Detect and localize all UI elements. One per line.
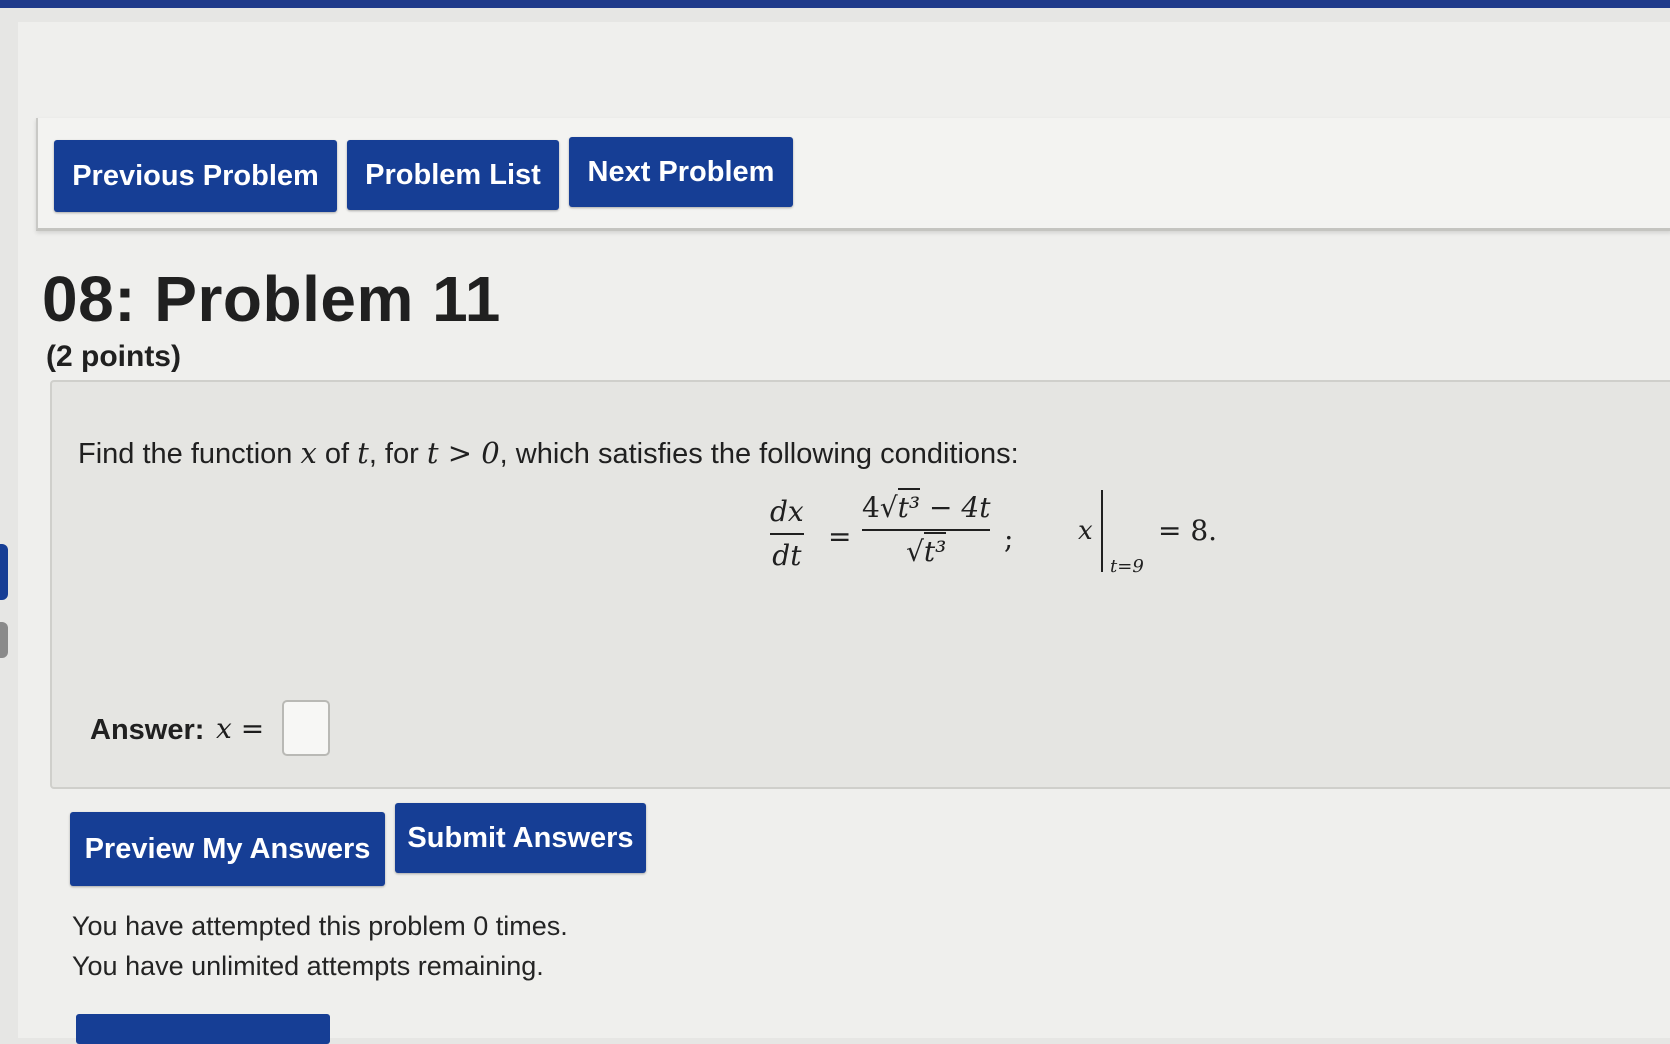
answer-input[interactable] bbox=[282, 700, 330, 756]
derivative-numerator: dx bbox=[770, 495, 804, 528]
evaluation-bar bbox=[1101, 490, 1103, 572]
initial-condition-var: x bbox=[1078, 516, 1093, 546]
previous-problem-button[interactable]: Previous Problem bbox=[54, 140, 337, 212]
side-tab-active[interactable] bbox=[0, 544, 8, 600]
statement-text: , which satisfies the following conditio… bbox=[499, 438, 1019, 470]
fraction-bar bbox=[862, 529, 991, 531]
attempts-remaining-text: You have unlimited attempts remaining. bbox=[72, 951, 544, 981]
problem-points: (2 points) bbox=[46, 340, 181, 373]
rhs-numerator: 4√t³ − 4t bbox=[862, 488, 991, 526]
submit-answers-button[interactable]: Submit Answers bbox=[395, 803, 646, 873]
top-header-strip bbox=[0, 0, 1670, 8]
problem-title: 08: Problem 11 bbox=[42, 263, 501, 335]
statement-var-t: t bbox=[357, 436, 369, 470]
statement-condition: t > 0 bbox=[426, 436, 500, 470]
problem-list-button[interactable]: Problem List bbox=[347, 140, 559, 210]
statement-text: , for bbox=[368, 438, 427, 470]
preview-answers-button[interactable]: Preview My Answers bbox=[70, 812, 385, 886]
rhs-radicand: t³ bbox=[897, 488, 921, 524]
attempts-count-text: You have attempted this problem 0 times. bbox=[72, 911, 568, 941]
derivative-denominator: dt bbox=[772, 539, 802, 572]
rhs-den-radicand: t³ bbox=[923, 532, 947, 568]
derivative-fraction: dx dt bbox=[770, 494, 804, 574]
rhs-fraction: 4√t³ − 4t √t³ bbox=[862, 488, 991, 570]
answer-label: Answer: bbox=[90, 714, 205, 746]
equals-sign: = bbox=[828, 520, 852, 553]
rhs-coefficient: 4 bbox=[862, 491, 880, 524]
next-problem-button[interactable]: Next Problem bbox=[569, 137, 793, 207]
initial-condition-value: = 8. bbox=[1158, 514, 1218, 547]
side-tab[interactable] bbox=[0, 622, 8, 658]
rhs-denominator: √t³ bbox=[906, 532, 947, 570]
initial-condition-subscript: t=9 bbox=[1110, 556, 1144, 577]
bottom-button-partial[interactable] bbox=[76, 1014, 330, 1044]
rhs-numerator-tail: − 4t bbox=[920, 491, 991, 524]
problem-statement: Find the function x of t, for t > 0, whi… bbox=[78, 436, 1019, 471]
statement-var-x: x bbox=[300, 436, 317, 470]
statement-text: Find the function bbox=[78, 438, 301, 470]
statement-text: of bbox=[316, 438, 358, 470]
equation-separator: ; bbox=[1004, 522, 1014, 555]
answer-prefix: x = bbox=[216, 712, 265, 745]
fraction-bar bbox=[770, 533, 804, 535]
attempts-info: You have attempted this problem 0 times.… bbox=[72, 906, 568, 986]
